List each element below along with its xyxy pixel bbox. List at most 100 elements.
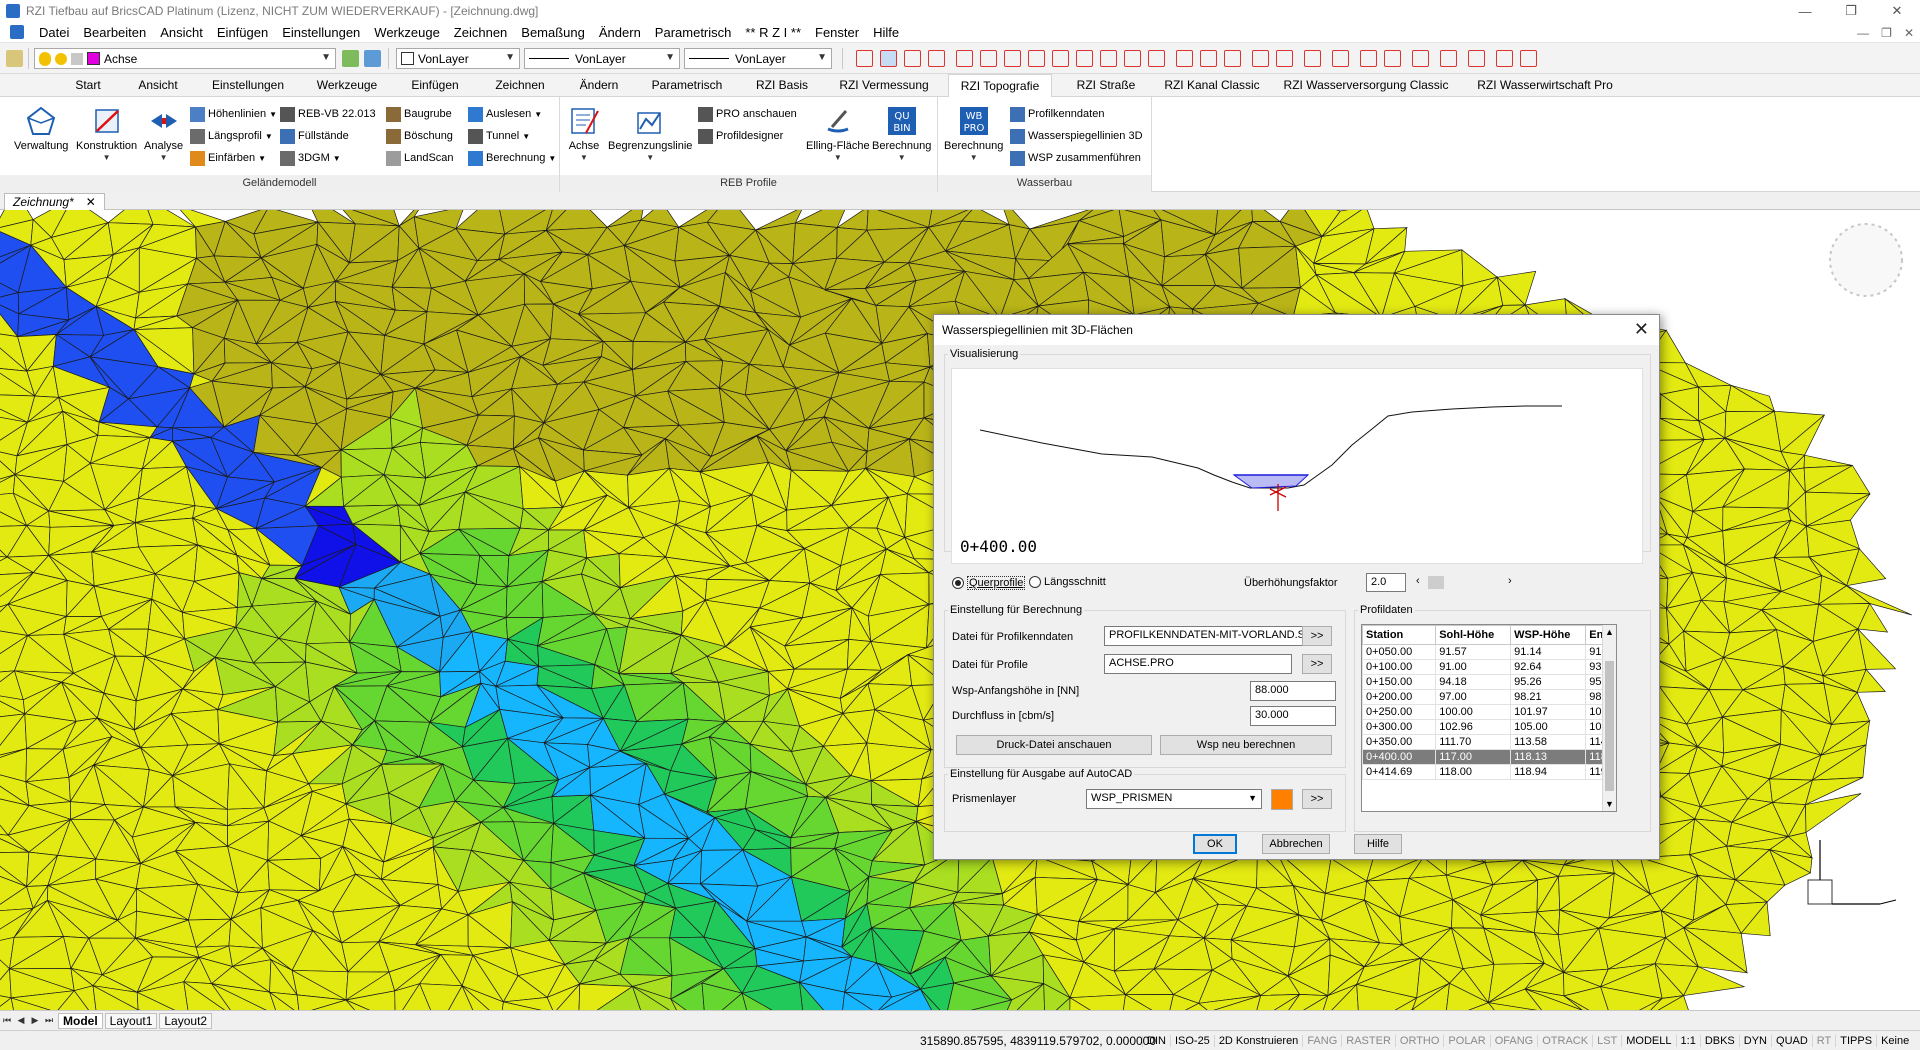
menu-ansicht[interactable]: Ansicht xyxy=(153,25,210,40)
table-row[interactable]: 0+100.00 91.00 92.64 93.1 xyxy=(1362,659,1616,675)
snap-intersection-icon[interactable] xyxy=(980,50,997,67)
help-button[interactable]: Hilfe xyxy=(1354,834,1402,854)
status-toggle[interactable]: 1:1 xyxy=(1675,1035,1700,1047)
snap-endpoint-icon[interactable] xyxy=(856,50,873,67)
profilkenndaten-button[interactable]: Profilkenndaten xyxy=(1010,105,1104,123)
pro-anschauen-button[interactable]: PRO anschauen xyxy=(698,105,797,123)
profiles-file-input[interactable]: ACHSE.PRO xyxy=(1104,654,1292,674)
status-toggle[interactable]: RASTER xyxy=(1341,1035,1395,1047)
prism-color-swatch[interactable] xyxy=(1271,789,1293,810)
menu-fenster[interactable]: Fenster xyxy=(808,25,866,40)
cancel-button[interactable]: Abbrechen xyxy=(1262,834,1330,854)
status-toggle[interactable]: Keine xyxy=(1876,1035,1913,1047)
column-header-sohl-hoehe[interactable]: Sohl-Höhe xyxy=(1435,625,1512,645)
status-toggle[interactable]: 2D Konstruieren xyxy=(1213,1035,1303,1047)
orbit-icon[interactable] xyxy=(1440,50,1457,67)
analyse-button[interactable]: Analyse ▼ xyxy=(144,105,183,162)
table-row[interactable]: 0+050.00 91.57 91.14 91.6 xyxy=(1362,644,1616,660)
document-icon[interactable] xyxy=(10,25,24,39)
tab-rzi-wasserwirtschaft-pro[interactable]: RZI Wasserwirtschaft Pro xyxy=(1470,74,1620,97)
snap-node-icon[interactable] xyxy=(928,50,945,67)
chevron-left-icon[interactable]: ‹ xyxy=(1416,575,1420,587)
document-tab[interactable]: Zeichnung* ✕ xyxy=(4,193,105,210)
status-toggle[interactable]: LST xyxy=(1592,1035,1621,1047)
recalculate-wsp-button[interactable]: Wsp neu berechnen xyxy=(1160,735,1332,755)
status-toggle[interactable]: POLAR xyxy=(1443,1035,1489,1047)
laengsschnitt-radio[interactable]: Längsschnitt xyxy=(1029,576,1106,588)
snap-quadrant-icon[interactable] xyxy=(956,50,973,67)
column-header-wsp-hoehe[interactable]: WSP-Höhe xyxy=(1510,625,1587,645)
scrollbar-thumb[interactable] xyxy=(1605,661,1614,791)
status-toggle[interactable]: OFANG xyxy=(1489,1035,1538,1047)
status-toggle[interactable]: ORTHO xyxy=(1394,1035,1444,1047)
select-icon[interactable] xyxy=(1496,50,1513,67)
color-select[interactable]: VonLayer ▼ xyxy=(396,48,520,69)
snap-nearest-icon[interactable] xyxy=(1100,50,1117,67)
ok-button[interactable]: OK xyxy=(1193,834,1237,854)
next-layout-icon[interactable]: ▶ xyxy=(28,1015,42,1026)
3dgm-button[interactable]: 3DGM ▼ xyxy=(280,149,341,167)
menu-aendern[interactable]: Ändern xyxy=(592,25,648,40)
regen-icon[interactable] xyxy=(1276,50,1293,67)
wsp-zusammenfuehren-button[interactable]: WSP zusammenführen xyxy=(1010,149,1141,167)
konstruktion-button[interactable]: Konstruktion ▼ xyxy=(76,105,137,162)
berechnung-reb-button[interactable]: QU BIN Berechnung ▼ xyxy=(872,105,931,162)
chevron-down-icon[interactable]: ▼ xyxy=(1605,799,1614,809)
menu-hilfe[interactable]: Hilfe xyxy=(866,25,906,40)
verwaltung-button[interactable]: Verwaltung xyxy=(14,105,68,152)
lineweight-select[interactable]: VonLayer ▼ xyxy=(684,48,832,69)
first-layout-icon[interactable]: ⏮ xyxy=(0,1015,14,1026)
tab-zeichnen[interactable]: Zeichnen xyxy=(486,74,554,97)
snap-parallel-icon[interactable] xyxy=(1148,50,1165,67)
restore-icon[interactable]: ❐ xyxy=(1828,0,1874,22)
status-toggle[interactable]: FANG xyxy=(1302,1035,1341,1047)
pan-icon[interactable] xyxy=(1252,50,1269,67)
minimize-icon[interactable]: — xyxy=(1782,0,1828,22)
elling-flaeche-button[interactable]: Elling-Fläche ▼ xyxy=(806,105,870,162)
tab-rzi-wasserversorgung-classic[interactable]: RZI Wasserversorgung Classic xyxy=(1280,74,1452,97)
table-scrollbar[interactable]: ▲ ▼ xyxy=(1602,625,1616,811)
achse-button[interactable]: Achse ▼ xyxy=(568,105,600,162)
berechnung-wasserbau-button[interactable]: WB PRO Berechnung ▼ xyxy=(944,105,1003,162)
menu-bemassung[interactable]: Bemaßung xyxy=(514,25,592,40)
tab-rzi-kanal-classic[interactable]: RZI Kanal Classic xyxy=(1162,74,1262,97)
grid-icon[interactable] xyxy=(1332,50,1349,67)
auslesen-button[interactable]: Auslesen ▼ xyxy=(468,105,542,123)
tunnel-button[interactable]: Tunnel ▼ xyxy=(468,127,530,145)
status-toggle[interactable]: RT xyxy=(1811,1035,1835,1047)
prism-layer-select[interactable]: WSP_PRISMEN ▼ xyxy=(1086,789,1262,809)
menu-bearbeiten[interactable]: Bearbeiten xyxy=(76,25,153,40)
snap-insertion-icon[interactable] xyxy=(1028,50,1045,67)
snap-apparent-icon[interactable] xyxy=(1124,50,1141,67)
properties-icon[interactable] xyxy=(1520,50,1537,67)
snap-center-icon[interactable] xyxy=(904,50,921,67)
table-row[interactable]: 0+414.69 118.00 118.94 119. xyxy=(1362,764,1616,780)
chevron-right-icon[interactable]: › xyxy=(1508,575,1512,587)
close-icon[interactable]: ✕ xyxy=(1874,0,1920,22)
table-row[interactable]: 0+300.00 102.96 105.00 105. xyxy=(1362,719,1616,735)
close-icon[interactable]: ✕ xyxy=(86,195,96,209)
snap-settings-icon[interactable] xyxy=(1200,50,1217,67)
chevron-up-icon[interactable]: ▲ xyxy=(1605,627,1614,637)
snap-tangent-icon[interactable] xyxy=(1076,50,1093,67)
menu-einfuegen[interactable]: Einfügen xyxy=(210,25,275,40)
snap-perpendicular-icon[interactable] xyxy=(1052,50,1069,67)
menu-zeichnen[interactable]: Zeichnen xyxy=(447,25,514,40)
landscan-button[interactable]: LandScan xyxy=(386,149,454,167)
status-toggle[interactable]: MODELL xyxy=(1621,1035,1675,1047)
zoom-icon[interactable] xyxy=(1224,50,1241,67)
layers-icon[interactable] xyxy=(1412,50,1429,67)
tab-einfuegen[interactable]: Einfügen xyxy=(402,74,468,97)
view-icon[interactable] xyxy=(1360,50,1377,67)
menu-datei[interactable]: Datei xyxy=(32,25,76,40)
tab-start[interactable]: Start xyxy=(60,74,116,97)
begrenzungslinie-button[interactable]: Begrenzungslinie ▼ xyxy=(608,105,692,162)
wasserspiegellinien-3d-button[interactable]: Wasserspiegellinien 3D xyxy=(1010,127,1143,145)
table-row[interactable]: 0+250.00 100.00 101.97 102. xyxy=(1362,704,1616,720)
status-toggle[interactable]: DBKS xyxy=(1699,1035,1739,1047)
table-row[interactable]: 0+200.00 97.00 98.21 98.6 xyxy=(1362,689,1616,705)
snap-extension-icon[interactable] xyxy=(1004,50,1021,67)
browse-profiles-button[interactable]: >> xyxy=(1302,654,1332,674)
fuellstaende-button[interactable]: Füllstände xyxy=(280,127,349,145)
tab-rzi-strasse[interactable]: RZI Straße xyxy=(1068,74,1144,97)
